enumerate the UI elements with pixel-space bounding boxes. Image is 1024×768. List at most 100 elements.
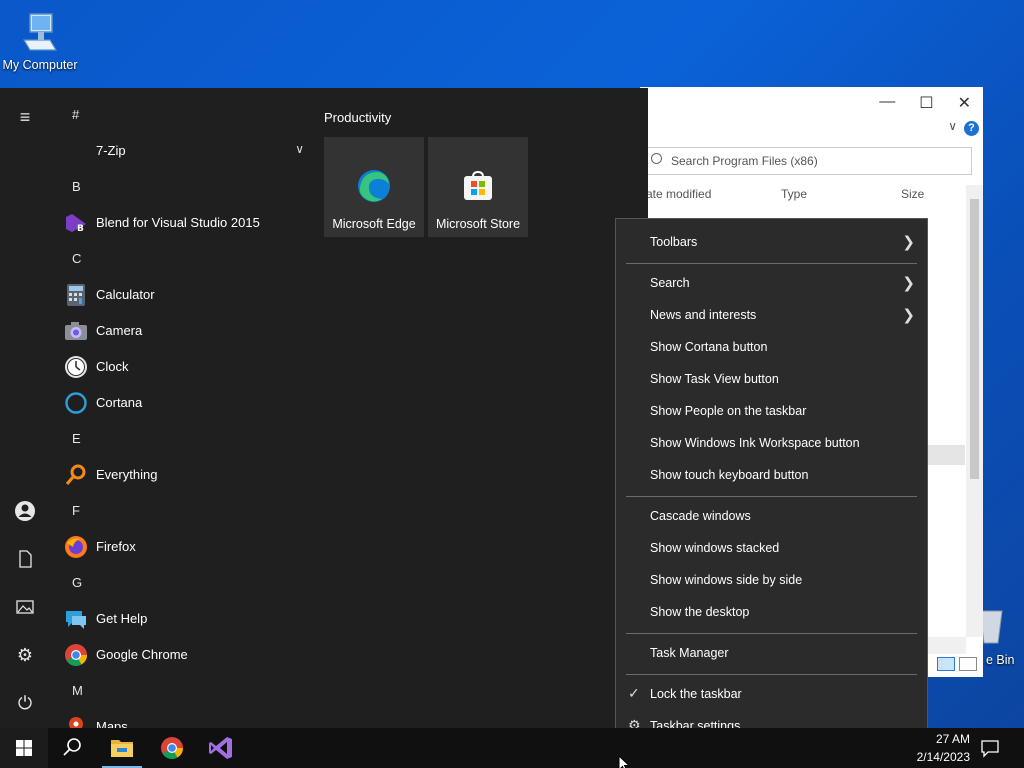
chevron-right-icon: ❯	[902, 234, 915, 251]
app-camera[interactable]: Camera	[50, 313, 310, 349]
menu-separator	[626, 633, 917, 634]
maximize-icon[interactable]: ☐	[919, 93, 933, 113]
search-icon	[651, 153, 662, 164]
blend-icon: B	[64, 211, 88, 235]
menu-item-show-windows-stacked[interactable]: Show windows stacked	[616, 533, 927, 565]
app-clock[interactable]: Clock	[50, 349, 310, 385]
scroll-thumb[interactable]	[970, 199, 979, 479]
start-menu: ≡ ⚙ ⏻ # 7-Zip ∨ B B Blend for Visual Stu…	[0, 88, 648, 728]
chevron-down-icon[interactable]: ∨	[948, 119, 957, 133]
user-account-icon[interactable]	[14, 500, 36, 522]
view-toggle	[937, 657, 977, 671]
app-get-help[interactable]: Get Help	[50, 601, 310, 637]
column-size[interactable]: Size	[901, 187, 924, 201]
menu-item-show-people[interactable]: Show People on the taskbar	[616, 396, 927, 428]
app-firefox[interactable]: Firefox	[50, 529, 310, 565]
windows-logo-icon	[16, 740, 32, 756]
letter-header[interactable]: B	[50, 169, 310, 205]
chrome-icon	[64, 643, 88, 667]
menu-item-show-touch-keyboard[interactable]: Show touch keyboard button	[616, 460, 927, 492]
app-list: # 7-Zip ∨ B B Blend for Visual Studio 20…	[50, 88, 310, 728]
letter-header[interactable]: M	[50, 673, 310, 709]
menu-item-cascade-windows[interactable]: Cascade windows	[616, 501, 927, 533]
chevron-right-icon: ❯	[902, 275, 915, 292]
notification-icon	[981, 740, 999, 758]
edge-icon	[358, 170, 390, 202]
large-icons-view-button[interactable]	[959, 657, 977, 671]
column-type[interactable]: Type	[781, 187, 807, 201]
power-icon[interactable]: ⏻	[14, 692, 36, 714]
checkmark-icon: ✓	[628, 685, 640, 701]
taskbar-file-explorer[interactable]	[98, 728, 146, 768]
calculator-icon	[64, 283, 88, 307]
app-calculator[interactable]: Calculator	[50, 277, 310, 313]
column-date-modified[interactable]: ate modified	[646, 187, 711, 201]
file-explorer-icon	[111, 740, 133, 757]
clock-time: 27 AM	[935, 732, 970, 746]
maps-icon	[64, 715, 88, 728]
menu-item-news-and-interests[interactable]: News and interests ❯	[616, 300, 927, 332]
pictures-icon[interactable]	[14, 596, 36, 618]
start-rail: ≡ ⚙ ⏻	[0, 88, 50, 728]
app-google-chrome[interactable]: Google Chrome	[50, 637, 310, 673]
tile-label: Microsoft Store	[435, 217, 521, 231]
help-icon[interactable]: ?	[964, 121, 979, 136]
letter-header[interactable]: G	[50, 565, 310, 601]
cortana-icon	[64, 391, 88, 415]
chevron-right-icon: ❯	[902, 307, 915, 324]
menu-separator	[626, 263, 917, 264]
camera-icon	[64, 319, 88, 343]
letter-header[interactable]: F	[50, 493, 310, 529]
everything-icon	[64, 463, 88, 487]
start-button[interactable]	[0, 728, 48, 768]
tile-label: Microsoft Edge	[332, 217, 416, 231]
taskbar: 27 AM 2/14/2023	[0, 728, 1024, 768]
settings-gear-icon[interactable]: ⚙	[14, 644, 36, 666]
tiles-group-title: Productivity	[324, 110, 392, 125]
menu-item-lock-the-taskbar[interactable]: ✓ Lock the taskbar	[616, 679, 927, 711]
menu-item-show-the-desktop[interactable]: Show the desktop	[616, 597, 927, 629]
menu-item-task-manager[interactable]: Task Manager	[616, 638, 927, 670]
letter-header[interactable]: #	[50, 97, 310, 133]
action-center-button[interactable]	[980, 738, 1000, 758]
menu-separator	[626, 674, 917, 675]
menu-item-show-windows-side-by-side[interactable]: Show windows side by side	[616, 565, 927, 597]
menu-item-show-task-view-button[interactable]: Show Task View button	[616, 364, 927, 396]
folder-icon	[64, 139, 88, 163]
app-cortana[interactable]: Cortana	[50, 385, 310, 421]
letter-header[interactable]: E	[50, 421, 310, 457]
chevron-down-icon[interactable]: ∨	[295, 142, 304, 156]
taskbar-visual-studio[interactable]	[197, 728, 245, 768]
computer-icon	[22, 13, 58, 51]
search-input[interactable]: Search Program Files (x86)	[642, 147, 972, 175]
vertical-scrollbar[interactable]	[966, 185, 983, 637]
letter-header[interactable]: C	[50, 241, 310, 277]
system-clock[interactable]: 27 AM 2/14/2023	[900, 730, 970, 766]
clock-icon	[64, 355, 88, 379]
hamburger-menu-icon[interactable]: ≡	[14, 106, 36, 128]
mouse-cursor-icon	[618, 755, 631, 768]
tile-microsoft-edge[interactable]: Microsoft Edge	[324, 137, 424, 237]
column-headers: ate modified Type Size	[640, 187, 965, 205]
app-blend[interactable]: B Blend for Visual Studio 2015	[50, 205, 310, 241]
tile-microsoft-store[interactable]: Microsoft Store	[428, 137, 528, 237]
menu-item-toolbars[interactable]: Toolbars ❯	[616, 227, 927, 259]
minimize-icon[interactable]: —	[879, 93, 895, 113]
menu-item-show-windows-ink[interactable]: Show Windows Ink Workspace button	[616, 428, 927, 460]
recycle-bin-desktop-icon[interactable]: e Bin	[978, 605, 1024, 667]
store-icon	[464, 170, 492, 200]
close-icon[interactable]: ✕	[958, 93, 971, 113]
taskbar-google-chrome[interactable]	[148, 728, 196, 768]
menu-item-show-cortana-button[interactable]: Show Cortana button	[616, 332, 927, 364]
app-maps[interactable]: Maps	[50, 709, 310, 728]
menu-item-search[interactable]: Search ❯	[616, 268, 927, 300]
my-computer-desktop-icon[interactable]: My Computer	[0, 6, 80, 72]
app-everything[interactable]: Everything	[50, 457, 310, 493]
chrome-icon	[161, 737, 183, 759]
documents-icon[interactable]	[14, 548, 36, 570]
details-view-button[interactable]	[937, 657, 955, 671]
app-7zip[interactable]: 7-Zip ∨	[50, 133, 310, 169]
recycle-bin-label: e Bin	[986, 653, 1015, 667]
search-button[interactable]	[48, 728, 96, 768]
my-computer-label: My Computer	[2, 58, 78, 72]
